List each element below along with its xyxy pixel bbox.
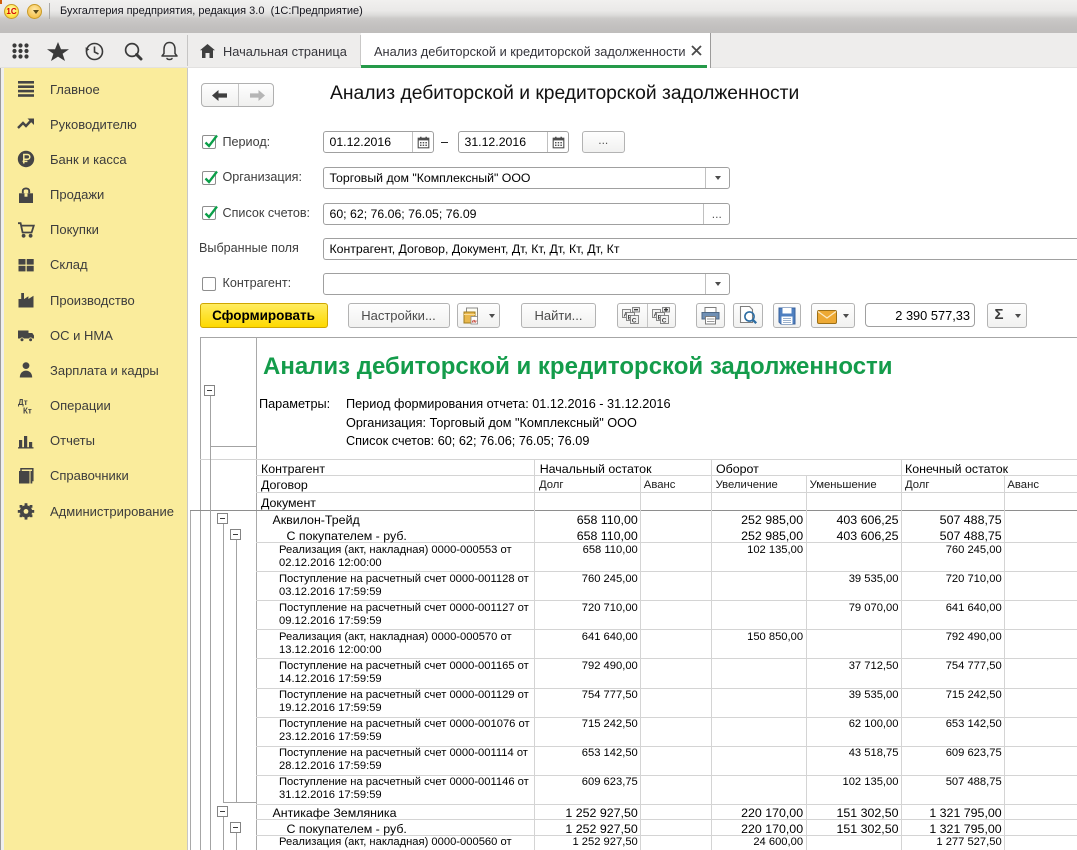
svg-text:С: С (632, 317, 637, 324)
svg-text:Кт: Кт (23, 406, 32, 415)
svg-text:С: С (662, 317, 667, 324)
